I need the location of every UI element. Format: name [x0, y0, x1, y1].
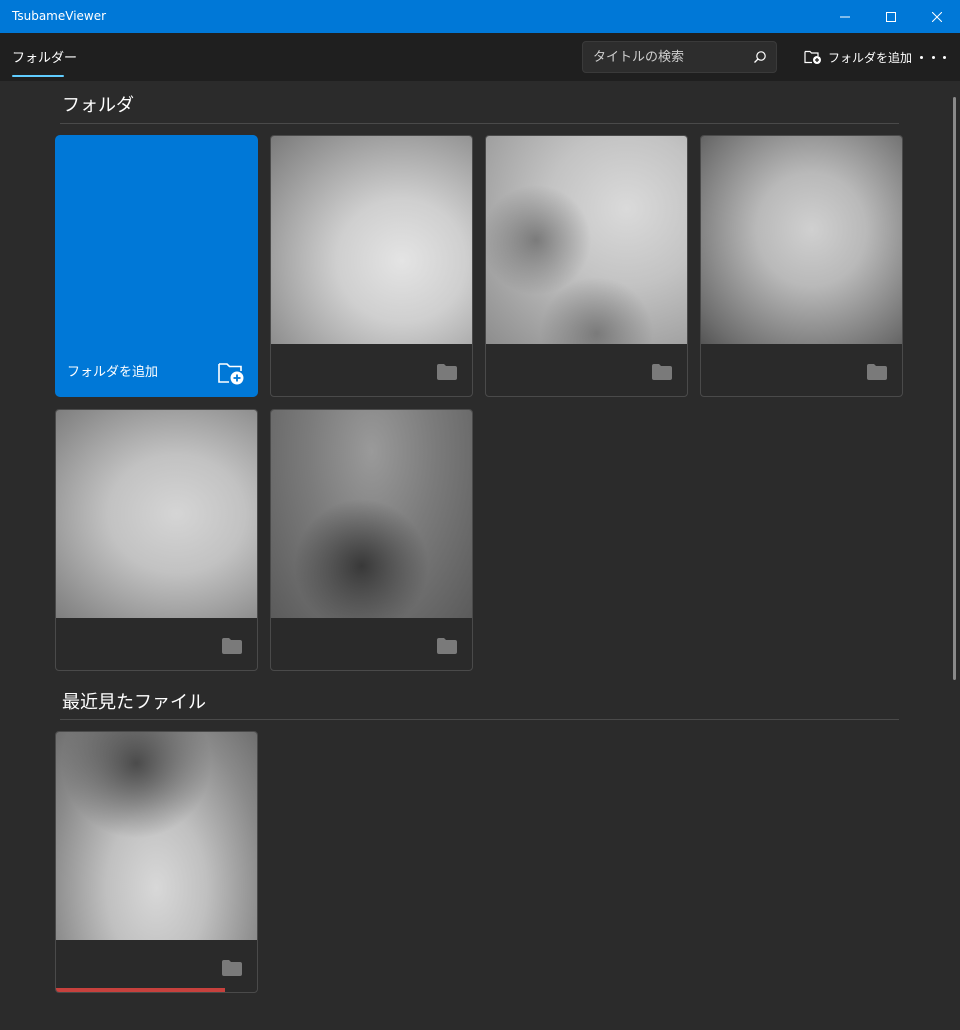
folder-icon: [437, 364, 457, 380]
close-button[interactable]: [914, 0, 960, 33]
add-folder-label: フォルダを追加: [828, 50, 913, 65]
folder-thumbnail: [56, 410, 257, 618]
more-dot-icon: [931, 55, 935, 59]
recent-section-title: 最近見たファイル: [62, 692, 206, 713]
add-folder-button[interactable]: フォルダを追加: [804, 47, 912, 67]
search-icon[interactable]: [753, 50, 767, 64]
vertical-scrollbar[interactable]: [953, 97, 956, 680]
maximize-button[interactable]: [868, 0, 914, 33]
folder-thumbnail: [271, 410, 472, 618]
folder-thumbnail: [701, 136, 902, 344]
folder-tile[interactable]: [270, 135, 473, 397]
folder-thumbnail: [271, 136, 472, 344]
folder-icon: [222, 960, 242, 976]
add-folder-tile[interactable]: フォルダを追加: [55, 135, 258, 397]
folder-tile[interactable]: [270, 409, 473, 671]
folder-icon: [652, 364, 672, 380]
more-dot-icon: [943, 55, 946, 59]
title-bar: TsubameViewer: [0, 0, 960, 33]
recent-file-tile[interactable]: [55, 731, 258, 993]
folder-thumbnail: [486, 136, 687, 344]
maximize-icon: [886, 11, 896, 22]
tab-selected-indicator: [12, 75, 64, 77]
close-icon: [932, 11, 942, 22]
folder-tile[interactable]: [700, 135, 903, 397]
add-folder-tile-label: フォルダを追加: [67, 365, 159, 380]
section-divider: [60, 719, 899, 720]
tab-folders[interactable]: フォルダー: [12, 47, 77, 66]
folder-add-icon: [804, 50, 821, 64]
recent-file-thumbnail: [56, 732, 257, 940]
more-options-button[interactable]: [920, 51, 946, 63]
search-box[interactable]: [582, 41, 777, 73]
folder-icon: [222, 638, 242, 654]
folder-add-icon: [218, 363, 244, 385]
folder-tile[interactable]: [485, 135, 688, 397]
folder-tile[interactable]: [55, 409, 258, 671]
folder-icon: [437, 638, 457, 654]
folders-section-title: フォルダ: [62, 95, 134, 116]
section-divider: [60, 123, 899, 124]
minimize-icon: [840, 16, 850, 17]
app-title: TsubameViewer: [12, 9, 107, 23]
minimize-button[interactable]: [822, 0, 868, 33]
search-input[interactable]: [593, 48, 743, 66]
reading-progress-bar: [56, 988, 225, 992]
more-dot-icon: [920, 55, 923, 59]
folder-icon: [867, 364, 887, 380]
command-bar: フォルダー フォルダを追加: [0, 33, 960, 81]
